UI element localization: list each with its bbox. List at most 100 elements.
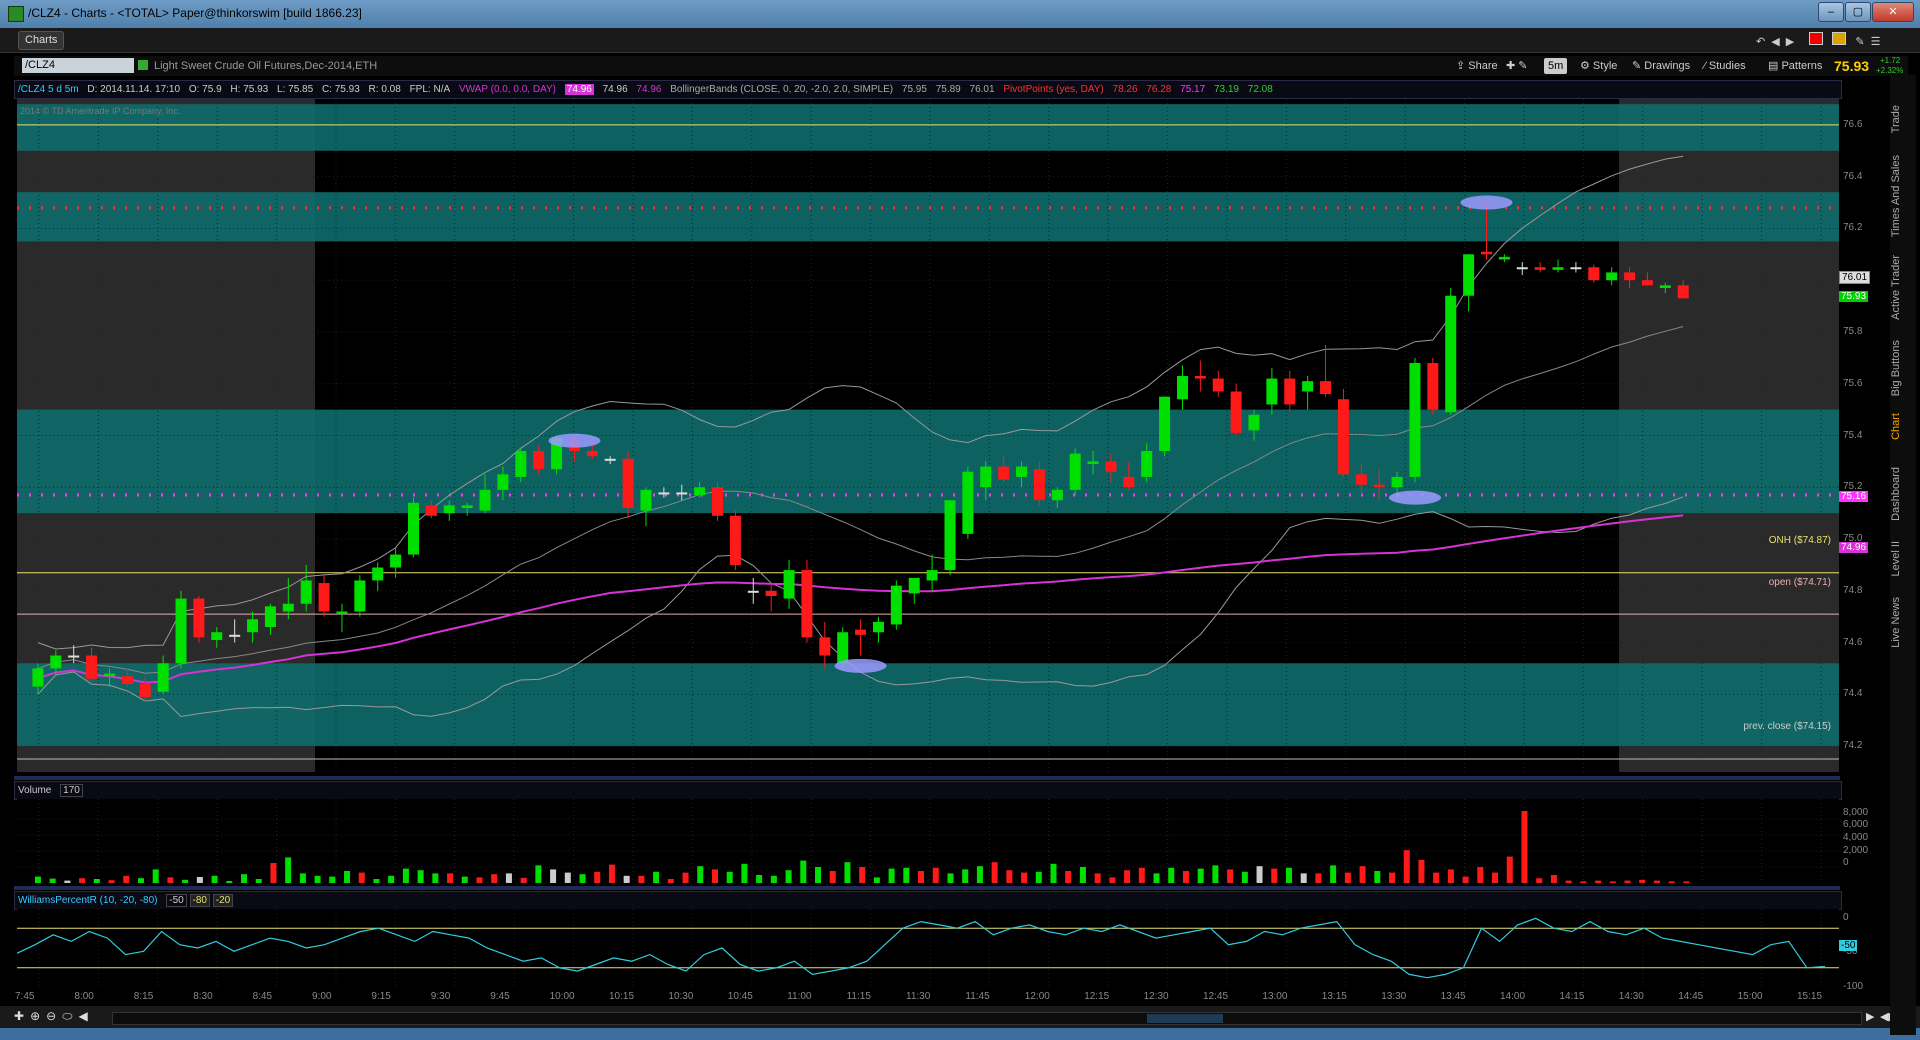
time-tick: 9:45 <box>490 991 510 1002</box>
volume-bar <box>1668 881 1675 883</box>
volume-label[interactable]: Volume <box>18 785 51 796</box>
volume-bar <box>1006 870 1013 883</box>
williams-line <box>16 917 1826 979</box>
color-swatch-icon[interactable] <box>1809 32 1824 45</box>
candle-body <box>1230 391 1242 433</box>
horizontal-scrollbar[interactable] <box>112 1012 1862 1025</box>
candle-body <box>515 451 527 477</box>
symbol-input[interactable]: /CLZ4 <box>22 58 134 73</box>
forward-icon[interactable]: ▶ <box>1786 36 1800 48</box>
volume-bar <box>137 878 144 883</box>
timeframe-button[interactable]: 5m <box>1544 58 1568 74</box>
volume-bar <box>1138 867 1145 883</box>
fit-icon[interactable]: ⬭ <box>62 1009 78 1023</box>
scroll-right-icon[interactable]: ▶ <box>1866 1010 1874 1023</box>
candle-body <box>1355 474 1367 485</box>
pane-divider[interactable] <box>14 776 1840 780</box>
back-icon[interactable]: ◀ <box>1771 36 1785 48</box>
highlight-ellipse <box>834 658 887 673</box>
pivot-value: 75.17 <box>1180 84 1206 95</box>
patterns-button[interactable]: ▤ Patterns <box>1768 58 1822 74</box>
williams-label[interactable]: WilliamsPercentR (10, -20, -80) <box>18 895 157 906</box>
candle-body <box>1320 381 1332 395</box>
pane-divider[interactable] <box>14 886 1840 890</box>
candle-body <box>712 487 724 516</box>
volume-bar <box>1462 876 1469 883</box>
volume-tick: 6,000 <box>1843 819 1869 830</box>
undo-icon[interactable]: ↶ <box>1756 36 1771 48</box>
pivot-zone <box>17 663 1839 747</box>
study-info-bar: /CLZ4 5 d 5m D: 2014.11.14. 17:10 O: 75.… <box>14 80 1842 99</box>
side-tab-dashboard[interactable]: Dashboard <box>1890 467 1916 521</box>
side-tab-level-ii[interactable]: Level II <box>1890 541 1916 576</box>
volume-bar <box>711 869 718 883</box>
time-tick: 10:00 <box>549 991 575 1002</box>
volume-bar <box>49 878 56 883</box>
volume-pane[interactable] <box>17 799 1839 883</box>
volume-bar <box>594 871 601 883</box>
bb-label[interactable]: BollingerBands (CLOSE, 0, 20, -2.0, 2.0,… <box>670 84 893 95</box>
volume-bar <box>1285 867 1292 883</box>
volume-bar <box>240 874 247 883</box>
volume-bar <box>1271 868 1278 883</box>
williams-header: WilliamsPercentR (10, -20, -80) -50 -80 … <box>14 891 1842 910</box>
volume-bar <box>1477 867 1484 883</box>
pivot-label[interactable]: PivotPoints (yes, DAY) <box>1003 84 1103 95</box>
candle-body <box>747 590 759 593</box>
candle-body <box>658 492 670 495</box>
volume-bar <box>1447 869 1454 883</box>
volume-bar <box>505 873 512 883</box>
price-chart-panel[interactable]: 2014 © TD Ameritrade IP Company, Inc. ON… <box>17 99 1839 772</box>
share-icon: ⇪ <box>1456 60 1469 72</box>
candle-body <box>622 458 634 508</box>
maximize-button[interactable]: ▢ <box>1845 2 1871 22</box>
candle-body <box>193 598 205 638</box>
bb-value: 76.01 <box>969 84 995 95</box>
tab-charts[interactable]: Charts <box>18 31 65 50</box>
minimize-button[interactable]: – <box>1818 2 1844 22</box>
side-tab-active-trader[interactable]: Active Trader <box>1890 255 1916 320</box>
candle-body <box>497 474 509 490</box>
side-tab-times-and-sales[interactable]: Times And Sales <box>1890 155 1916 237</box>
volume-bar <box>64 880 71 883</box>
volume-bar <box>1492 872 1499 883</box>
candle-body <box>1409 363 1421 477</box>
link-icon[interactable] <box>138 60 148 70</box>
candle-body <box>1516 267 1528 270</box>
williams-pane[interactable] <box>16 909 1839 987</box>
side-tab-chart[interactable]: Chart <box>1890 413 1916 440</box>
zoom-out-icon[interactable]: ⊖ <box>46 1009 62 1023</box>
timeframe-label: 5m <box>1548 60 1564 72</box>
close-button[interactable]: ✕ <box>1872 2 1914 22</box>
layout-icon[interactable] <box>1832 32 1847 45</box>
volume-bar <box>859 867 866 883</box>
pin-icon[interactable]: ✎ <box>1855 36 1870 48</box>
style-button[interactable]: ⚙ Style <box>1580 58 1617 74</box>
candle-body <box>998 466 1010 480</box>
volume-bar <box>623 875 630 883</box>
side-tab-big-buttons[interactable]: Big Buttons <box>1890 340 1916 396</box>
time-tick: 10:30 <box>668 991 694 1002</box>
pan-icon[interactable]: ✚ <box>14 1009 30 1023</box>
candle-body <box>247 619 259 633</box>
symbol-period[interactable]: /CLZ4 5 d 5m <box>18 84 79 95</box>
side-tab-trade[interactable]: Trade <box>1890 105 1916 133</box>
drawings-button[interactable]: ✎ Drawings <box>1632 58 1690 74</box>
time-tick: 10:15 <box>609 991 635 1002</box>
volume-bar <box>1683 881 1690 883</box>
crosshair-tools[interactable]: ✚ ✎ <box>1506 58 1528 74</box>
scrollbar-thumb[interactable] <box>1147 1014 1223 1023</box>
studies-button[interactable]: ⁄ Studies <box>1704 58 1746 74</box>
vwap-label[interactable]: VWAP (0.0, 0.0, DAY) <box>459 84 556 95</box>
side-tab-live-news[interactable]: Live News <box>1890 597 1916 648</box>
zoom-in-icon[interactable]: ⊕ <box>30 1009 46 1023</box>
volume-bar <box>1168 867 1175 883</box>
menu-icon[interactable]: ☰ <box>1871 36 1887 48</box>
drawings-label: Drawings <box>1644 60 1691 72</box>
share-button[interactable]: ⇪ Share <box>1456 58 1498 74</box>
scroll-left-icon[interactable]: ◀ <box>78 1009 93 1023</box>
time-tick: 9:00 <box>312 991 332 1002</box>
price-tick: 75.6 <box>1843 377 1863 389</box>
volume-bar <box>756 875 763 883</box>
zoom-tools[interactable]: ✚⊕⊖⬭◀ <box>14 1009 94 1024</box>
